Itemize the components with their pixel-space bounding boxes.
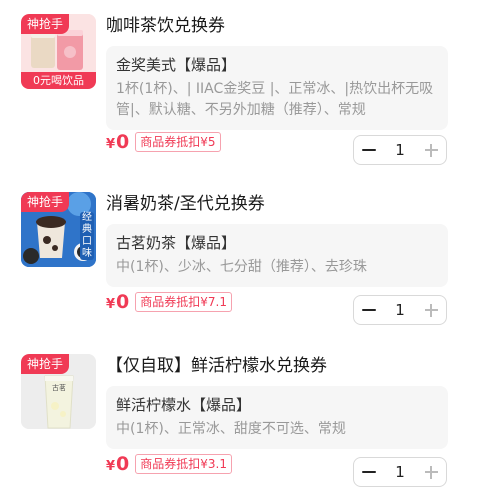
plus-icon bbox=[424, 143, 438, 157]
quantity-stepper: 1 bbox=[353, 295, 447, 325]
quantity-value[interactable]: 1 bbox=[384, 301, 416, 319]
price: ¥ 0 bbox=[106, 453, 129, 475]
thumbnail-caption: 0元喝饮品 bbox=[33, 74, 84, 87]
promo-tag: 神抢手 bbox=[21, 14, 70, 34]
spec-description: 中(1杯)、正常冰、甜度不可选、常规 bbox=[116, 421, 346, 437]
spec-box[interactable]: 金奖美式【爆品】 1杯(1杯)、| IIAC金奖豆 |、正常冰、|热饮出杯无吸管… bbox=[106, 46, 448, 130]
plus-icon bbox=[424, 465, 438, 479]
item-title: 【仅自取】鲜活柠檬水兑换券 bbox=[106, 356, 327, 376]
currency-symbol: ¥ bbox=[106, 297, 116, 312]
thumbnail-caption: 古茗 bbox=[52, 384, 66, 392]
spec-name: 古茗奶茶【爆品】 bbox=[116, 234, 237, 252]
decrease-button[interactable] bbox=[354, 136, 384, 164]
quantity-value[interactable]: 1 bbox=[384, 141, 416, 159]
minus-icon bbox=[362, 149, 376, 151]
spec-name: 金奖美式【爆品】 bbox=[116, 56, 237, 74]
decrease-button[interactable] bbox=[354, 458, 384, 486]
spec-box[interactable]: 鲜活柠檬水【爆品】 中(1杯)、正常冰、甜度不可选、常规 bbox=[106, 386, 448, 449]
price: ¥ 0 bbox=[106, 291, 129, 313]
spec-description: 1杯(1杯)、| IIAC金奖豆 |、正常冰、|热饮出杯无吸管|、默认糖、不另外… bbox=[116, 81, 434, 118]
thumbnail-caption: 经典口味 bbox=[80, 212, 94, 260]
minus-icon bbox=[362, 471, 376, 473]
currency-symbol: ¥ bbox=[106, 459, 116, 474]
increase-button[interactable] bbox=[416, 136, 446, 164]
product-thumbnail[interactable]: 神抢手 0元喝饮品 bbox=[21, 14, 96, 89]
quantity-stepper: 1 bbox=[353, 457, 447, 487]
plus-icon bbox=[424, 303, 438, 317]
spec-description: 中(1杯)、少冰、七分甜（推荐）、去珍珠 bbox=[116, 259, 367, 275]
cart-item: 神抢手 古茗 【仅自取】鲜活柠檬水兑换券 鲜活柠檬水【爆品】 中(1杯)、正常冰… bbox=[0, 340, 477, 493]
currency-symbol: ¥ bbox=[106, 137, 116, 152]
price-row: ¥ 0 商品券抵扣¥5 bbox=[106, 129, 221, 155]
coupon-badge: 商品券抵扣¥5 bbox=[135, 132, 221, 152]
cart-item: 神抢手 经典口味 消暑奶茶/圣代兑换券 古茗奶茶【爆品】 中(1杯)、少冰、七分… bbox=[0, 178, 477, 343]
minus-icon bbox=[362, 309, 376, 311]
coupon-badge: 商品券抵扣¥7.1 bbox=[135, 292, 233, 312]
price-row: ¥ 0 商品券抵扣¥7.1 bbox=[106, 289, 233, 315]
decrease-button[interactable] bbox=[354, 296, 384, 324]
product-thumbnail[interactable]: 神抢手 经典口味 bbox=[21, 192, 96, 267]
price: ¥ 0 bbox=[106, 131, 129, 153]
quantity-value[interactable]: 1 bbox=[384, 463, 416, 481]
price-value: 0 bbox=[116, 291, 130, 313]
product-thumbnail[interactable]: 神抢手 古茗 bbox=[21, 354, 96, 429]
quantity-stepper: 1 bbox=[353, 135, 447, 165]
spec-name: 鲜活柠檬水【爆品】 bbox=[116, 396, 252, 414]
price-row: ¥ 0 商品券抵扣¥3.1 bbox=[106, 451, 233, 477]
item-title: 消暑奶茶/圣代兑换券 bbox=[106, 194, 265, 214]
cart-item: 神抢手 0元喝饮品 咖啡茶饮兑换券 金奖美式【爆品】 1杯(1杯)、| IIAC… bbox=[0, 0, 477, 165]
spec-box[interactable]: 古茗奶茶【爆品】 中(1杯)、少冰、七分甜（推荐）、去珍珠 bbox=[106, 224, 448, 287]
price-value: 0 bbox=[116, 453, 130, 475]
increase-button[interactable] bbox=[416, 296, 446, 324]
coupon-badge: 商品券抵扣¥3.1 bbox=[135, 454, 233, 474]
price-value: 0 bbox=[116, 131, 130, 153]
promo-tag: 神抢手 bbox=[21, 354, 70, 374]
promo-tag: 神抢手 bbox=[21, 192, 70, 212]
increase-button[interactable] bbox=[416, 458, 446, 486]
item-title: 咖啡茶饮兑换券 bbox=[106, 16, 225, 36]
